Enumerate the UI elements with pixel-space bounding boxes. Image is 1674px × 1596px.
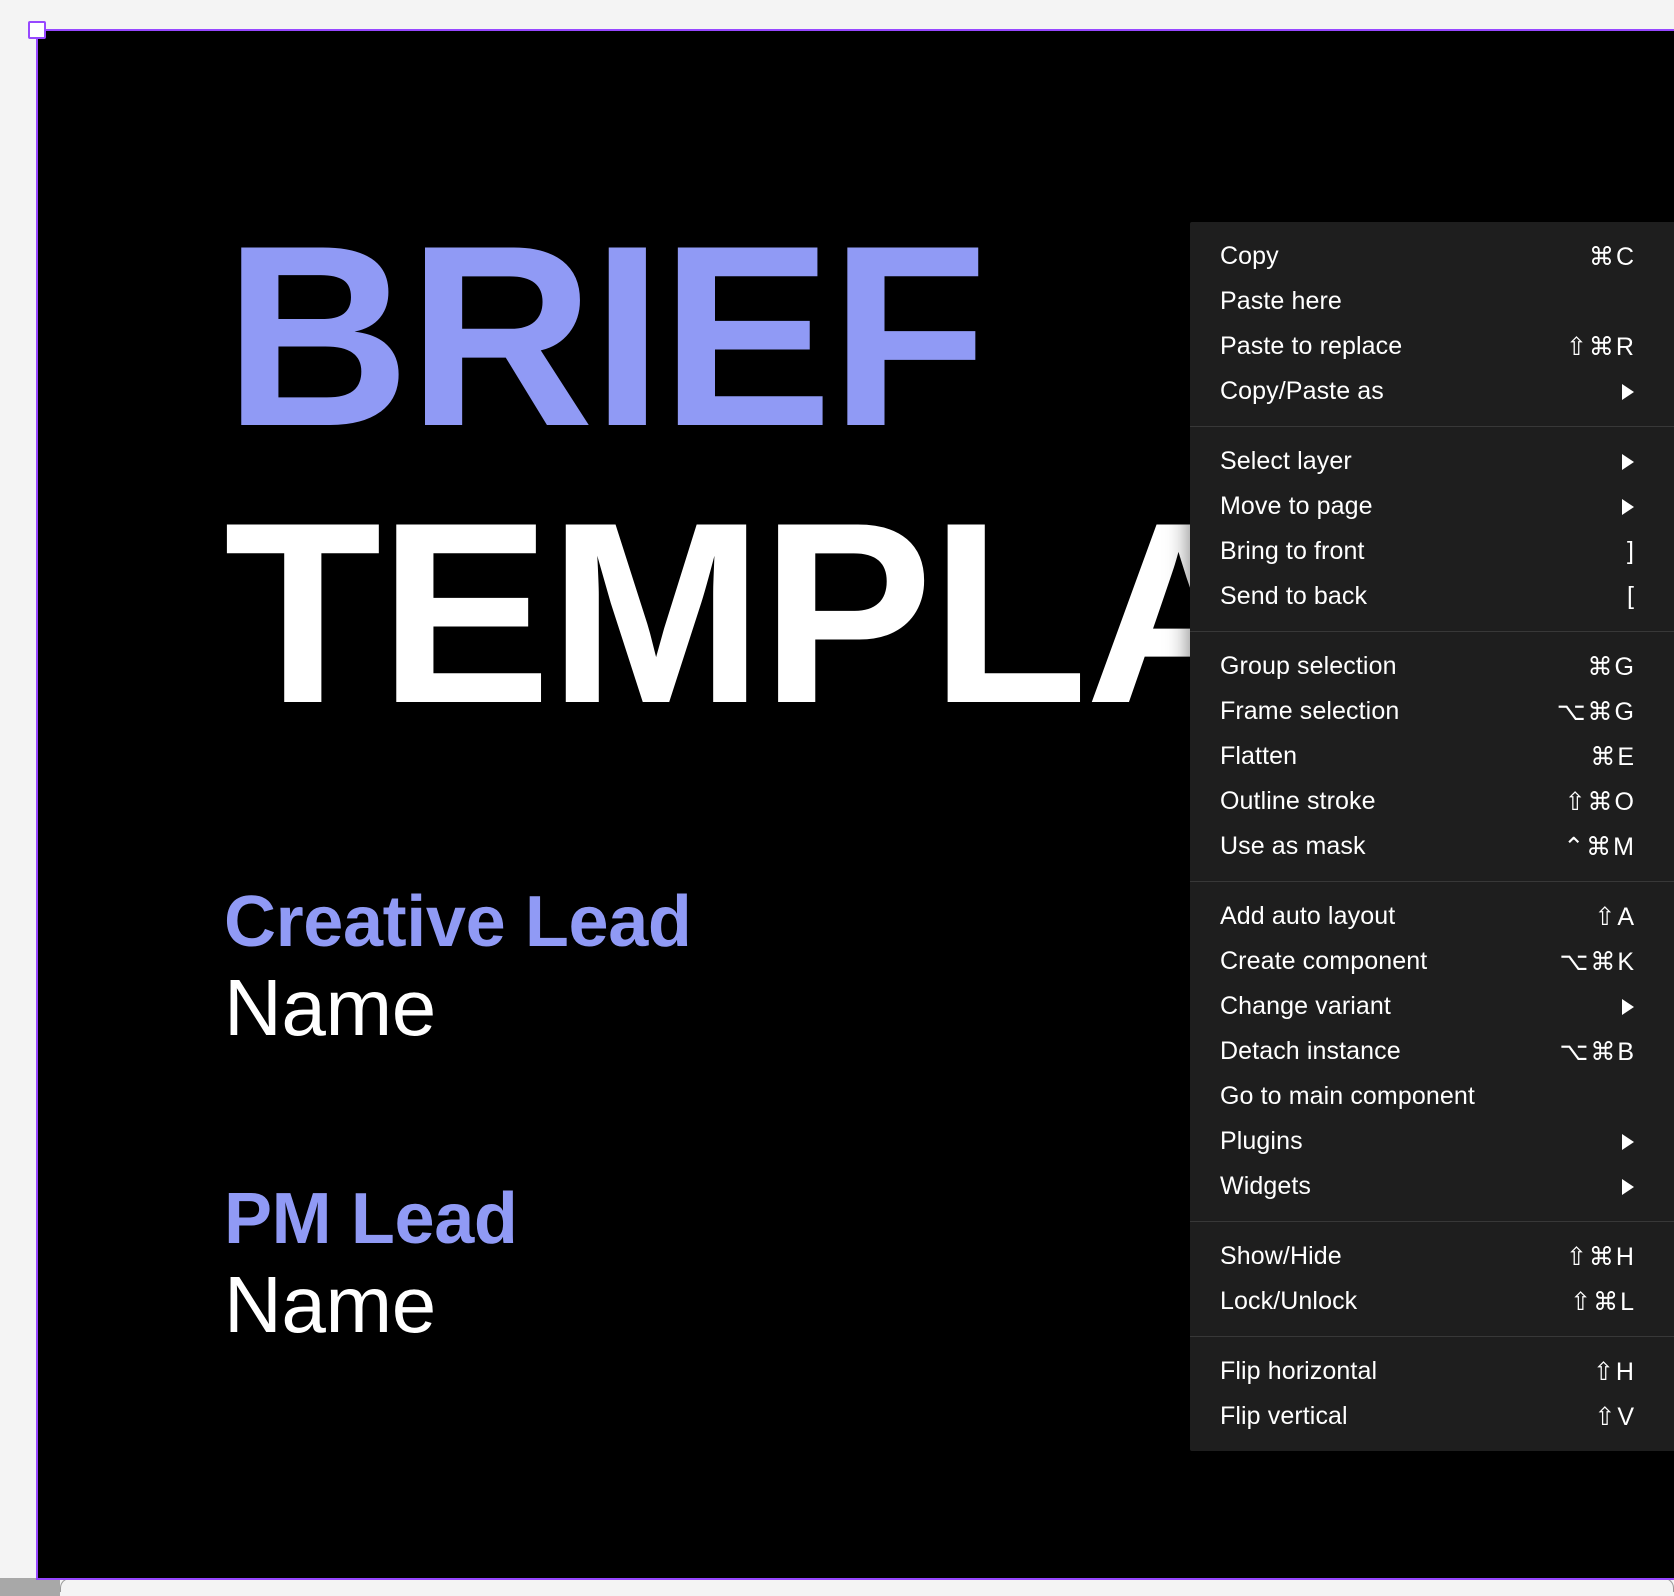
menu-item-shortcut: ⌥⌘B	[1559, 1037, 1636, 1066]
menu-item-label: Flip horizontal	[1220, 1357, 1378, 1385]
submenu-arrow-icon	[1622, 453, 1634, 470]
menu-item-label: Group selection	[1220, 652, 1397, 680]
menu-item-shortcut: ⌘C	[1588, 242, 1636, 271]
menu-item-label: Widgets	[1220, 1172, 1312, 1200]
menu-item-label: Change variant	[1220, 992, 1391, 1020]
role-block-pm-lead[interactable]: PM Lead Name	[224, 1179, 518, 1348]
menu-item-show-hide[interactable]: Show/Hide ⇧⌘H	[1190, 1234, 1674, 1279]
menu-item-label: Use as mask	[1220, 832, 1366, 860]
context-menu-group: Select layer Move to page Bring to front] S…	[1190, 427, 1674, 631]
menu-item-add-auto-layout[interactable]: Add auto layout ⇧A	[1190, 894, 1674, 939]
menu-item-label: Detach instance	[1220, 1037, 1401, 1065]
menu-item-widgets[interactable]: Widgets	[1190, 1164, 1674, 1209]
menu-item-label: Frame selection	[1220, 697, 1400, 725]
menu-item-detach-instance[interactable]: Detach instance ⌥⌘B	[1190, 1029, 1674, 1074]
role-label-creative-lead: Creative Lead	[224, 882, 692, 962]
menu-item-label: Move to page	[1220, 492, 1373, 520]
role-label-pm-lead: PM Lead	[224, 1179, 518, 1259]
menu-item-shortcut: ]	[1627, 537, 1636, 565]
selection-handle-top-left[interactable]	[28, 21, 46, 39]
horizontal-scrollbar[interactable]	[60, 1578, 1674, 1592]
menu-item-move-to-page[interactable]: Move to page	[1190, 484, 1674, 529]
menu-item-lock-unlock[interactable]: Lock/Unlock ⇧⌘L	[1190, 1279, 1674, 1324]
menu-item-label: Select layer	[1220, 447, 1352, 475]
menu-item-create-component[interactable]: Create component ⌥⌘K	[1190, 939, 1674, 984]
menu-item-label: Create component	[1220, 947, 1428, 975]
context-menu-group: Copy ⌘C Paste here Paste to replace ⇧⌘R Copy/…	[1190, 222, 1674, 426]
menu-item-label: Bring to front	[1220, 537, 1365, 565]
context-menu-group: Group selection ⌘G Frame selection ⌥⌘G Flatt…	[1190, 632, 1674, 881]
menu-item-flatten[interactable]: Flatten ⌘E	[1190, 734, 1674, 779]
menu-item-select-layer[interactable]: Select layer	[1190, 439, 1674, 484]
submenu-arrow-icon	[1622, 1178, 1634, 1195]
menu-item-shortcut: ⌘G	[1587, 652, 1636, 681]
context-menu-group: Add auto layout ⇧A Create component ⌥⌘K Chan…	[1190, 882, 1674, 1221]
role-value-creative-lead[interactable]: Name	[224, 964, 692, 1051]
menu-item-shortcut: ⌘E	[1590, 742, 1636, 771]
menu-item-label: Flatten	[1220, 742, 1298, 770]
context-menu-group: Show/Hide ⇧⌘H Lock/Unlock ⇧⌘L	[1190, 1222, 1674, 1336]
menu-item-label: Go to main component	[1220, 1082, 1475, 1110]
menu-item-shortcut: ⇧⌘O	[1564, 787, 1636, 816]
menu-item-label: Copy	[1220, 242, 1279, 270]
submenu-arrow-icon	[1622, 383, 1634, 400]
context-menu[interactable]: Copy ⌘C Paste here Paste to replace ⇧⌘R Copy/…	[1190, 222, 1674, 1451]
design-editor-canvas-view: BRIEF TEMPLATE Creative Lead Name PM Lea…	[0, 0, 1674, 1596]
menu-item-label: Outline stroke	[1220, 787, 1376, 815]
menu-item-flip-vertical[interactable]: Flip vertical ⇧V	[1190, 1394, 1674, 1439]
menu-item-shortcut: ⌃⌘M	[1563, 832, 1636, 861]
menu-item-label: Send to back	[1220, 582, 1368, 610]
menu-item-paste-to-replace[interactable]: Paste to replace ⇧⌘R	[1190, 324, 1674, 369]
menu-item-plugins[interactable]: Plugins	[1190, 1119, 1674, 1164]
menu-item-label: Lock/Unlock	[1220, 1287, 1358, 1315]
menu-item-shortcut: [	[1627, 582, 1636, 610]
menu-item-label: Copy/Paste as	[1220, 377, 1384, 405]
menu-item-shortcut: ⇧A	[1594, 902, 1636, 931]
menu-item-bring-to-front[interactable]: Bring to front]	[1190, 529, 1674, 574]
menu-item-shortcut: ⇧⌘H	[1565, 1242, 1636, 1271]
headline-line-1[interactable]: BRIEF	[224, 207, 988, 465]
menu-item-shortcut: ⌥⌘G	[1556, 697, 1636, 726]
menu-item-flip-horizontal[interactable]: Flip horizontal ⇧H	[1190, 1349, 1674, 1394]
submenu-arrow-icon	[1622, 1133, 1634, 1150]
menu-item-change-variant[interactable]: Change variant	[1190, 984, 1674, 1029]
submenu-arrow-icon	[1622, 998, 1634, 1015]
menu-item-label: Plugins	[1220, 1127, 1303, 1155]
menu-item-outline-stroke[interactable]: Outline stroke ⇧⌘O	[1190, 779, 1674, 824]
menu-item-shortcut: ⌥⌘K	[1559, 947, 1636, 976]
menu-item-go-to-main-component[interactable]: Go to main component	[1190, 1074, 1674, 1119]
role-value-pm-lead[interactable]: Name	[224, 1261, 518, 1348]
menu-item-label: Show/Hide	[1220, 1242, 1342, 1270]
menu-item-label: Add auto layout	[1220, 902, 1396, 930]
menu-item-label: Paste to replace	[1220, 332, 1403, 360]
menu-item-use-as-mask[interactable]: Use as mask ⌃⌘M	[1190, 824, 1674, 869]
menu-item-copy[interactable]: Copy ⌘C	[1190, 234, 1674, 279]
menu-item-label: Flip vertical	[1220, 1402, 1348, 1430]
menu-item-shortcut: ⇧⌘L	[1570, 1287, 1636, 1316]
menu-item-frame-selection[interactable]: Frame selection ⌥⌘G	[1190, 689, 1674, 734]
menu-item-shortcut: ⇧V	[1594, 1402, 1636, 1431]
menu-item-group-selection[interactable]: Group selection ⌘G	[1190, 644, 1674, 689]
menu-item-copy-paste-as[interactable]: Copy/Paste as	[1190, 369, 1674, 414]
role-block-creative-lead[interactable]: Creative Lead Name	[224, 882, 692, 1051]
menu-item-paste-here[interactable]: Paste here	[1190, 279, 1674, 324]
menu-item-label: Paste here	[1220, 287, 1342, 315]
scrollbar-corner	[0, 1578, 60, 1596]
context-menu-group: Flip horizontal ⇧H Flip vertical ⇧V	[1190, 1337, 1674, 1451]
menu-item-send-to-back[interactable]: Send to back [	[1190, 574, 1674, 619]
submenu-arrow-icon	[1622, 498, 1634, 515]
menu-item-shortcut: ⇧H	[1592, 1357, 1636, 1386]
menu-item-shortcut: ⇧⌘R	[1565, 332, 1636, 361]
